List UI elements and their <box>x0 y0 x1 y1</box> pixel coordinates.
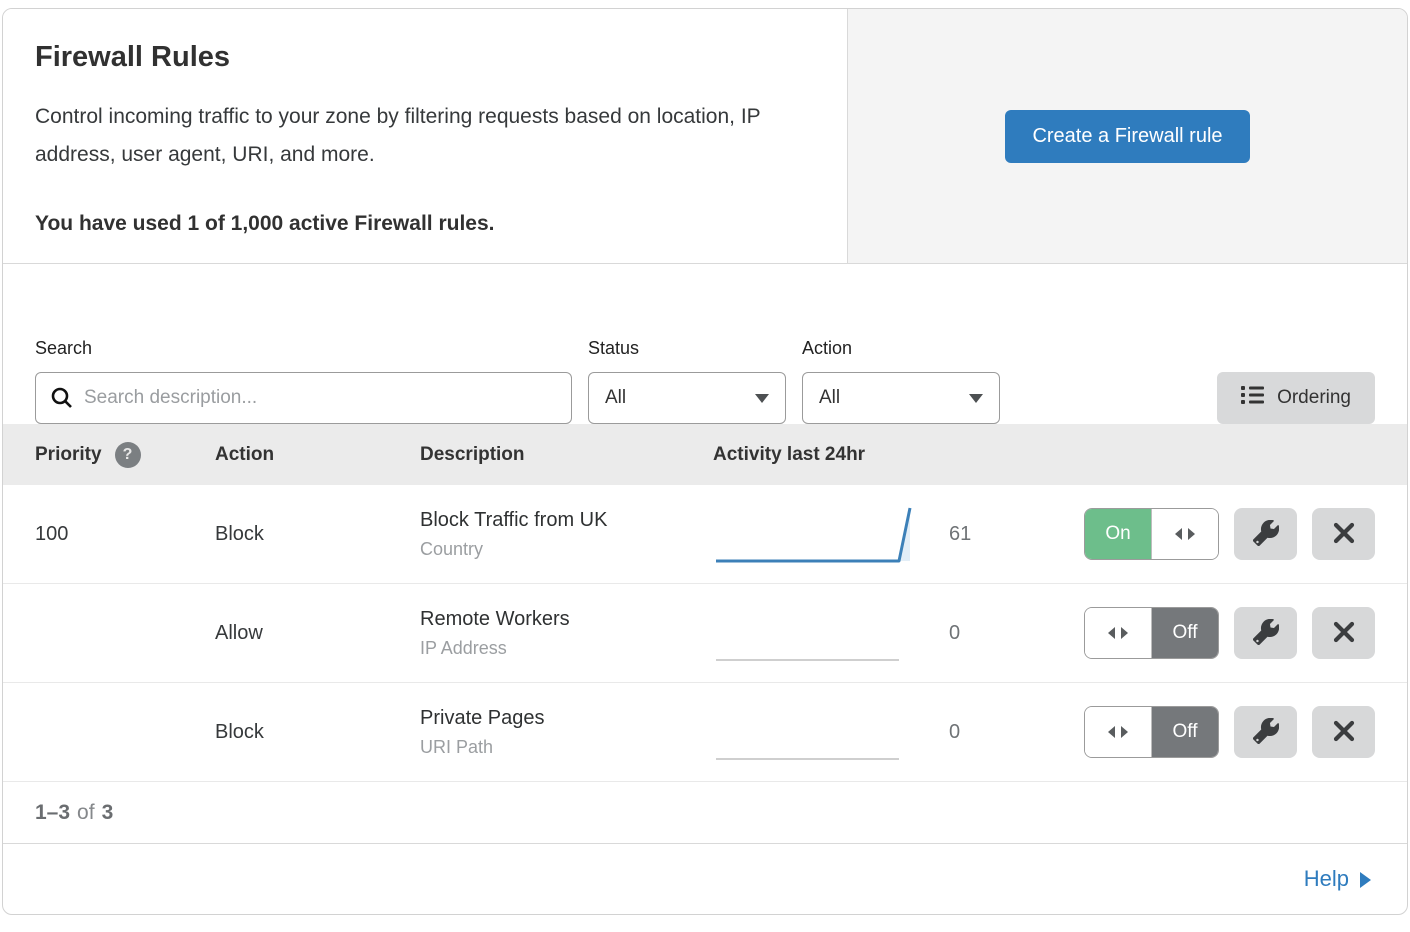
triangle-right-icon <box>1121 726 1128 738</box>
activity-count: 0 <box>949 622 983 645</box>
pagination-of: of <box>77 801 95 825</box>
priority-help-icon[interactable]: ? <box>115 442 141 468</box>
rule-type: Country <box>420 539 713 560</box>
edit-rule-button[interactable] <box>1234 508 1297 560</box>
column-activity: Activity last 24hr <box>713 444 1407 466</box>
triangle-right-icon <box>1121 627 1128 639</box>
activity-sparkline <box>713 498 913 570</box>
rule-enabled-toggle[interactable]: Off <box>1084 607 1219 659</box>
help-link[interactable]: Help <box>1304 866 1371 892</box>
rule-action: Block <box>215 523 420 546</box>
toggle-knob[interactable] <box>1085 707 1152 757</box>
page-description: Control incoming traffic to your zone by… <box>35 98 805 174</box>
rule-action: Block <box>215 721 420 744</box>
triangle-left-icon <box>1175 528 1182 540</box>
rule-type: URI Path <box>420 737 713 758</box>
page-title: Firewall Rules <box>35 41 815 74</box>
pagination-range: 1–3 <box>35 801 70 825</box>
status-selected-value: All <box>605 387 626 409</box>
create-firewall-rule-button[interactable]: Create a Firewall rule <box>1005 110 1249 163</box>
status-label: Status <box>588 338 786 359</box>
rule-enabled-toggle[interactable]: On <box>1084 508 1219 560</box>
toggle-knob[interactable] <box>1151 509 1218 559</box>
rule-enabled-toggle[interactable]: Off <box>1084 706 1219 758</box>
rule-description: Remote Workers <box>420 608 713 631</box>
rule-description: Block Traffic from UK <box>420 509 713 532</box>
table-header: Priority ? Action Description Activity l… <box>3 424 1407 485</box>
rule-description: Private Pages <box>420 707 713 730</box>
triangle-left-icon <box>1108 726 1115 738</box>
table-row: 100 Block Block Traffic from UK Country … <box>3 485 1407 584</box>
status-select[interactable]: All <box>588 372 786 424</box>
help-link-label: Help <box>1304 866 1349 892</box>
rule-priority: 100 <box>35 523 215 546</box>
chevron-down-icon <box>755 394 769 403</box>
header-section: Firewall Rules Control incoming traffic … <box>3 9 1407 264</box>
edit-rule-button[interactable] <box>1234 706 1297 758</box>
arrow-right-icon <box>1360 872 1371 888</box>
close-icon <box>1333 522 1355 547</box>
chevron-down-icon <box>969 394 983 403</box>
list-icon <box>1241 385 1264 411</box>
toggle-state-label[interactable]: On <box>1085 509 1151 559</box>
close-icon <box>1333 621 1355 646</box>
table-row: Allow Remote Workers IP Address 0 Off <box>3 584 1407 683</box>
activity-count: 61 <box>949 523 983 546</box>
wrench-icon <box>1253 619 1279 648</box>
pagination-total: 3 <box>102 801 114 825</box>
activity-sparkline <box>713 597 913 669</box>
wrench-icon <box>1253 718 1279 747</box>
ordering-button[interactable]: Ordering <box>1217 372 1375 424</box>
table-body: 100 Block Block Traffic from UK Country … <box>3 485 1407 782</box>
delete-rule-button[interactable] <box>1312 607 1375 659</box>
toggle-knob[interactable] <box>1085 608 1152 658</box>
triangle-right-icon <box>1188 528 1195 540</box>
search-field-wrap <box>35 372 572 424</box>
action-selected-value: All <box>819 387 840 409</box>
rule-type: IP Address <box>420 638 713 659</box>
search-icon <box>50 386 74 415</box>
column-description: Description <box>420 444 713 466</box>
filter-bar: Search Status All Action All <box>3 264 1407 424</box>
toggle-state-label[interactable]: Off <box>1152 608 1218 658</box>
action-select[interactable]: All <box>802 372 1000 424</box>
activity-count: 0 <box>949 721 983 744</box>
table-row: Block Private Pages URI Path 0 Off <box>3 683 1407 782</box>
usage-note: You have used 1 of 1,000 active Firewall… <box>35 212 815 236</box>
wrench-icon <box>1253 520 1279 549</box>
column-action: Action <box>215 444 420 466</box>
triangle-left-icon <box>1108 627 1115 639</box>
delete-rule-button[interactable] <box>1312 508 1375 560</box>
close-icon <box>1333 720 1355 745</box>
activity-sparkline <box>713 696 913 768</box>
ordering-button-label: Ordering <box>1277 387 1351 409</box>
search-label: Search <box>35 338 572 359</box>
toggle-state-label[interactable]: Off <box>1152 707 1218 757</box>
pagination-bar: 1–3 of 3 <box>3 782 1407 844</box>
column-priority: Priority <box>35 444 102 466</box>
action-label: Action <box>802 338 1000 359</box>
help-bar: Help <box>3 844 1407 914</box>
header-action-block: Create a Firewall rule <box>848 9 1407 263</box>
firewall-rules-panel: Firewall Rules Control incoming traffic … <box>2 8 1408 915</box>
search-input[interactable] <box>35 372 572 424</box>
edit-rule-button[interactable] <box>1234 607 1297 659</box>
header-text-block: Firewall Rules Control incoming traffic … <box>3 9 848 263</box>
rule-action: Allow <box>215 622 420 645</box>
delete-rule-button[interactable] <box>1312 706 1375 758</box>
